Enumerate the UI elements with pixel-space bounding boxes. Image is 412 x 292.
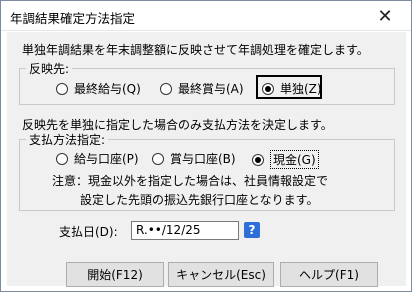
reflect-group: 反映先: 最終給与(Q) 最終賞与(A) 単独(Z) [19, 60, 395, 105]
payment-group: 支払方法指定: 給与口座(P) 賞与口座(B) 現金(G) 注意：現金以外を指定… [19, 131, 395, 211]
start-button[interactable]: 開始(F12) [66, 262, 164, 287]
radio-circle-icon [56, 152, 68, 165]
radio-final-bonus-label: 最終賞与(A) [178, 82, 244, 96]
radio-salary-account-label: 給与口座(P) [74, 152, 139, 166]
payment-date-input[interactable]: R.••/12/25 [131, 221, 239, 240]
radio-standalone-label: 単独(Z) [280, 82, 322, 96]
radio-bonus-account[interactable]: 賞与口座(B) [152, 150, 236, 167]
note-line-2: 設定した先頭の振込先銀行口座となります。 [80, 193, 319, 207]
help-icon[interactable]: ? [244, 222, 260, 238]
radio-cash[interactable]: 現金(G) [252, 150, 319, 169]
radio-selected-icon [252, 153, 264, 166]
reflect-group-legend: 反映先: [26, 60, 73, 77]
title-bar[interactable]: 年調結果確定方法指定 ✕ [1, 1, 411, 31]
radio-circle-icon [56, 82, 68, 95]
intro-text: 単独年調結果を年末調整額に反映させて年調処理を確定します。 [22, 43, 369, 57]
radio-circle-icon [152, 152, 164, 165]
radio-bonus-account-label: 賞与口座(B) [170, 152, 236, 166]
payment-group-legend: 支払方法指定: [26, 131, 109, 148]
radio-circle-icon [160, 82, 172, 95]
cancel-button[interactable]: キャンセル(Esc) [168, 262, 274, 287]
radio-cash-label: 現金(G) [270, 150, 319, 169]
radio-selected-icon [262, 82, 274, 95]
dialog-window: 年調結果確定方法指定 ✕ 単独年調結果を年末調整額に反映させて年調処理を確定しま… [0, 0, 412, 292]
radio-salary-account[interactable]: 給与口座(P) [56, 150, 139, 167]
payment-date-label: 支払日(D): [59, 225, 118, 239]
note-line-1: 注意：現金以外を指定した場合は、社員情報設定で [52, 174, 329, 188]
radio-final-salary-label: 最終給与(Q) [74, 82, 141, 96]
radio-final-salary[interactable]: 最終給与(Q) [56, 80, 141, 97]
window-title: 年調結果確定方法指定 [10, 11, 136, 26]
dialog-body: 単独年調結果を年末調整額に反映させて年調処理を確定します。 反映先: 最終給与(… [7, 32, 406, 287]
help-button[interactable]: ヘルプ(F1) [280, 262, 378, 287]
radio-final-bonus[interactable]: 最終賞与(A) [160, 80, 244, 97]
radio-standalone[interactable]: 単独(Z) [262, 80, 322, 97]
close-icon[interactable]: ✕ [365, 3, 405, 29]
